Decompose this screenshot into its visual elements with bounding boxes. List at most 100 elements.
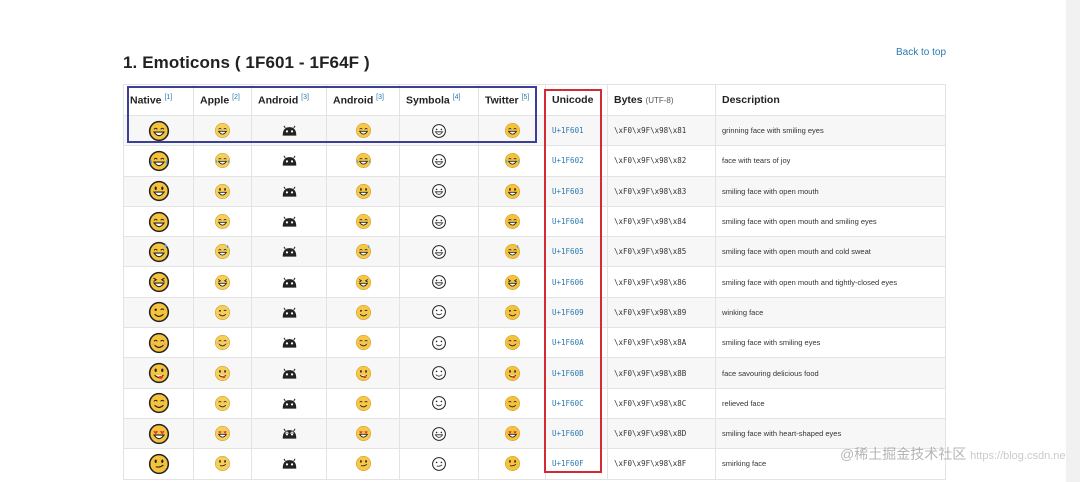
utf8-bytes: \xF0\x9F\x98\x84 bbox=[607, 205, 716, 238]
sweat-face-icon bbox=[215, 244, 230, 260]
emoji-description: relieved face bbox=[715, 387, 946, 419]
emoji-cell-android-blob bbox=[326, 327, 400, 359]
emoji-cell-native bbox=[123, 114, 194, 147]
squint-face-icon bbox=[148, 272, 169, 293]
blush-face-icon bbox=[282, 337, 296, 348]
open-smile-face-icon bbox=[355, 214, 371, 230]
emoji-cell-android-blob bbox=[326, 266, 400, 298]
emoji-cell-android-blob bbox=[326, 236, 400, 268]
wink-face-icon bbox=[432, 305, 446, 320]
open-smile-face-icon bbox=[282, 216, 296, 227]
tears-face-icon bbox=[215, 153, 230, 169]
hearts-face-icon bbox=[215, 426, 230, 442]
ref-link[interactable]: [5] bbox=[522, 94, 530, 101]
emoji-cell-android-blob bbox=[326, 387, 400, 419]
open-face-icon bbox=[504, 183, 520, 199]
smirk-face-icon bbox=[432, 456, 446, 471]
ref-link[interactable]: [1] bbox=[164, 94, 172, 101]
emoji-cell-twitter bbox=[478, 417, 546, 450]
tongue-face-icon bbox=[355, 365, 371, 381]
emoji-cell-symbola bbox=[399, 296, 479, 329]
emoji-description: smiling face with smiling eyes bbox=[715, 327, 946, 359]
emoji-cell-apple bbox=[193, 387, 252, 419]
emoji-cell-native bbox=[123, 175, 194, 207]
unicode-link[interactable]: U+1F60B bbox=[545, 357, 608, 389]
emoji-description: smiling face with open mouth and tightly… bbox=[715, 266, 946, 298]
utf8-bytes: \xF0\x9F\x98\x8A bbox=[607, 327, 716, 359]
emoji-cell-android-robot bbox=[251, 145, 327, 177]
unicode-link[interactable]: U+1F60C bbox=[545, 387, 608, 419]
unicode-link[interactable]: U+1F606 bbox=[545, 266, 608, 298]
emoji-cell-android-blob bbox=[326, 417, 400, 450]
emoji-cell-twitter bbox=[478, 327, 546, 359]
table-row: U+1F604 \xF0\x9F\x98\x84 smiling face with… bbox=[123, 205, 946, 238]
emoji-cell-symbola bbox=[399, 205, 479, 238]
unicode-link[interactable]: U+1F604 bbox=[545, 205, 608, 238]
squint-face-icon bbox=[355, 274, 371, 290]
hearts-face-icon bbox=[148, 423, 169, 444]
emoji-description: smiling face with open mouth and smiling… bbox=[715, 205, 946, 238]
ref-link[interactable]: [4] bbox=[453, 94, 461, 101]
emoji-table: Native [1] Apple [2] Android [3] Android… bbox=[123, 84, 946, 480]
table-row: U+1F605 \xF0\x9F\x98\x85 smiling face with… bbox=[123, 236, 946, 268]
emoji-cell-android-robot bbox=[251, 114, 327, 147]
tears-face-icon bbox=[148, 150, 169, 172]
col-header-twitter: Twitter [5] bbox=[478, 84, 546, 116]
relieved-face-icon bbox=[215, 395, 230, 411]
utf8-bytes: \xF0\x9F\x98\x8B bbox=[607, 357, 716, 389]
open-smile-face-icon bbox=[215, 214, 230, 230]
squint-face-icon bbox=[282, 277, 296, 288]
scrollbar-track[interactable] bbox=[1066, 0, 1080, 482]
col-header-native: Native [1] bbox=[123, 84, 194, 116]
ref-link[interactable]: [3] bbox=[376, 94, 384, 101]
tongue-face-icon bbox=[432, 366, 446, 380]
emoji-cell-android-robot bbox=[251, 417, 327, 450]
emoji-cell-symbola bbox=[399, 266, 479, 298]
emoji-cell-apple bbox=[193, 236, 252, 268]
grin-face-icon bbox=[148, 120, 169, 141]
emoji-description: grinning face with smiling eyes bbox=[715, 114, 946, 147]
back-to-top-link[interactable]: Back to top bbox=[896, 47, 946, 58]
emoji-cell-android-blob bbox=[326, 114, 400, 147]
table-row: U+1F60F \xF0\x9F\x98\x8F smirking face bbox=[123, 448, 946, 480]
utf8-bytes: \xF0\x9F\x98\x86 bbox=[607, 266, 716, 298]
ref-link[interactable]: [3] bbox=[301, 94, 309, 101]
page-content: Back to top 1. Emoticons ( 1F601 - 1F64F… bbox=[0, 0, 1069, 482]
unicode-link[interactable]: U+1F602 bbox=[545, 145, 608, 177]
unicode-link[interactable]: U+1F601 bbox=[545, 114, 608, 147]
unicode-link[interactable]: U+1F609 bbox=[545, 296, 608, 329]
unicode-link[interactable]: U+1F603 bbox=[545, 175, 608, 207]
emoji-cell-apple bbox=[193, 145, 252, 177]
emoji-cell-apple bbox=[193, 417, 252, 450]
open-face-icon bbox=[282, 186, 296, 197]
open-face-icon bbox=[215, 183, 230, 199]
unicode-link[interactable]: U+1F60D bbox=[545, 417, 608, 450]
emoji-cell-android-blob bbox=[326, 296, 400, 329]
emoji-cell-android-robot bbox=[251, 205, 327, 238]
relieved-face-icon bbox=[504, 395, 520, 411]
emoji-cell-symbola bbox=[399, 175, 479, 207]
unicode-link[interactable]: U+1F605 bbox=[545, 236, 608, 268]
wink-face-icon bbox=[355, 304, 371, 320]
emoji-cell-apple bbox=[193, 205, 252, 238]
ref-link[interactable]: [2] bbox=[232, 94, 240, 101]
unicode-link[interactable]: U+1F60F bbox=[545, 448, 608, 480]
col-header-bytes: Bytes (UTF-8) bbox=[607, 84, 716, 116]
blush-face-icon bbox=[355, 335, 371, 351]
wink-face-icon bbox=[504, 304, 520, 320]
emoji-cell-android-robot bbox=[251, 448, 327, 480]
table-row: U+1F603 \xF0\x9F\x98\x83 smiling face with… bbox=[123, 175, 946, 207]
emoji-cell-twitter bbox=[478, 236, 546, 268]
emoji-cell-native bbox=[123, 205, 194, 238]
squint-face-icon bbox=[504, 274, 520, 290]
unicode-link[interactable]: U+1F60A bbox=[545, 327, 608, 359]
hearts-face-icon bbox=[504, 426, 520, 442]
emoji-cell-android-robot bbox=[251, 357, 327, 389]
squint-face-icon bbox=[432, 275, 446, 290]
emoji-cell-apple bbox=[193, 327, 252, 359]
table-row: U+1F609 \xF0\x9F\x98\x89 winking face bbox=[123, 296, 946, 329]
hearts-face-icon bbox=[282, 428, 296, 439]
emoji-description: smiling face with open mouth bbox=[715, 175, 946, 207]
emoji-cell-android-robot bbox=[251, 236, 327, 268]
emoji-cell-android-blob bbox=[326, 448, 400, 480]
